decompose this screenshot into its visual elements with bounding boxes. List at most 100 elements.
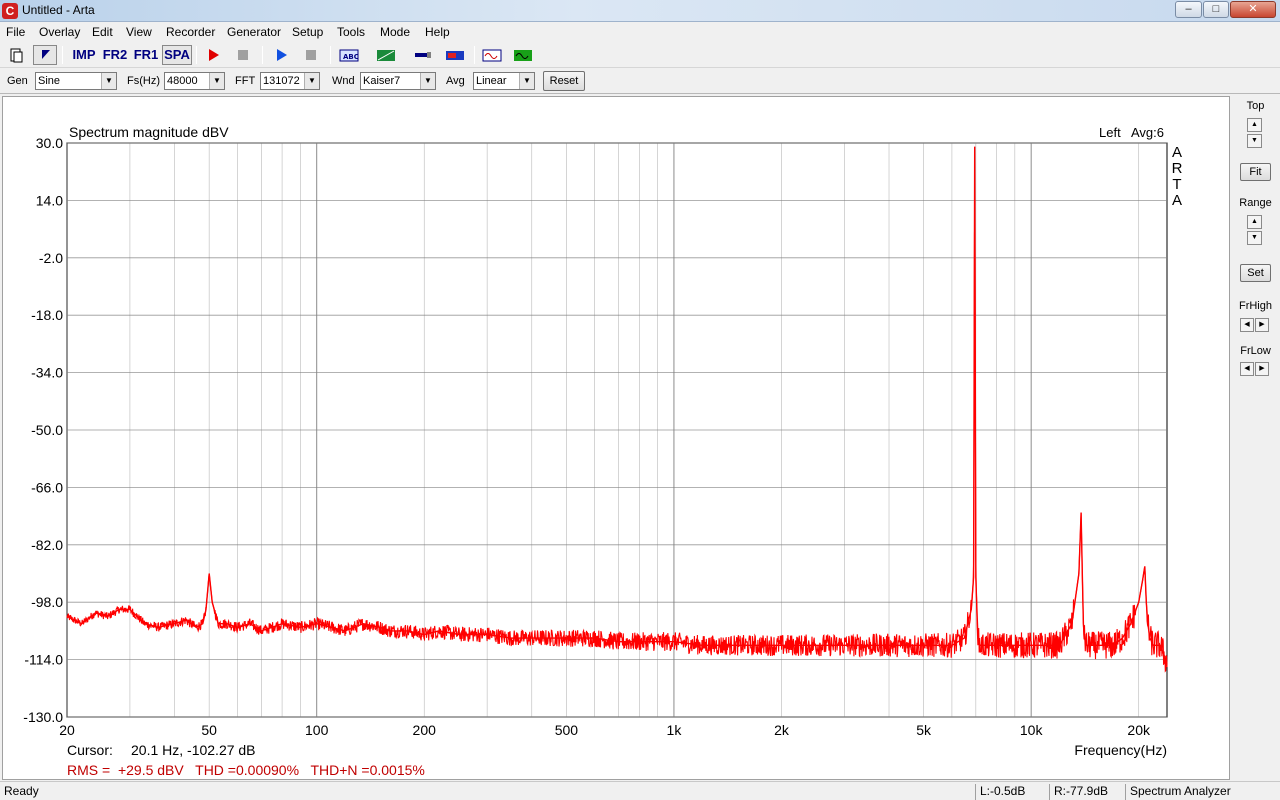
menu-tools[interactable]: Tools [337, 25, 365, 39]
fs-label: Fs(Hz) [127, 75, 160, 87]
control-bar: Gen Sine ▼ Fs(Hz) 48000 ▼ FFT 131072 ▼ W… [0, 68, 1280, 94]
svg-text:ABC: ABC [343, 53, 359, 61]
x-tick-label: 1k [667, 722, 683, 738]
record-stop-icon[interactable] [232, 45, 254, 65]
x-tick-labels: 20 50 100 200 500 1k 2k 5k 10k 20k [59, 722, 1151, 738]
scale-control-panel: Top ▲ ▼ Fit Range ▲ ▼ Set FrHigh ◀ ▶ FrL… [1231, 96, 1280, 780]
x-tick-label: 200 [413, 722, 437, 738]
fr1-mode-button[interactable]: FR1 [132, 45, 160, 65]
cursor-label: Cursor: [67, 742, 113, 758]
chart-title: Spectrum magnitude dBV [69, 124, 229, 140]
chevron-down-icon: ▼ [304, 73, 319, 89]
fs-select[interactable]: 48000 ▼ [164, 72, 225, 90]
fr2-mode-button[interactable]: FR2 [101, 45, 129, 65]
top-up-icon[interactable]: ▲ [1247, 118, 1262, 132]
gen-select[interactable]: Sine ▼ [35, 72, 117, 90]
y-tick-label: 30.0 [36, 135, 63, 151]
cursor-readout: 20.1 Hz, -102.27 dB [131, 742, 256, 758]
menu-help[interactable]: Help [425, 25, 450, 39]
toolbar: IMP FR2 FR1 SPA ABC [0, 42, 1280, 68]
range-up-icon[interactable]: ▲ [1247, 215, 1262, 229]
y-tick-label: 14.0 [36, 192, 63, 208]
spectrogram-icon[interactable] [374, 45, 398, 65]
record-play-icon[interactable] [202, 45, 224, 65]
watermark-letter: R [1172, 160, 1183, 177]
y-tick-label: -66.0 [31, 479, 63, 495]
generator-play-icon[interactable] [270, 45, 292, 65]
chevron-down-icon: ▼ [519, 73, 534, 89]
new-file-icon[interactable] [5, 45, 27, 65]
x-tick-label: 10k [1020, 722, 1044, 738]
chevron-down-icon: ▼ [209, 73, 224, 89]
wnd-label: Wnd [332, 75, 355, 87]
avg-select[interactable]: Linear ▼ [473, 72, 535, 90]
x-tick-label: 20 [59, 722, 75, 738]
menu-overlay[interactable]: Overlay [39, 25, 80, 39]
watermark-letter: T [1172, 176, 1181, 193]
spectrum-plot-panel[interactable]: 30.0 14.0 -2.0 -18.0 -34.0 -50.0 -66.0 -82.0 -98… [2, 96, 1230, 780]
y-tick-label: -50.0 [31, 422, 63, 438]
reset-button[interactable]: Reset [543, 71, 585, 91]
generator-stop-icon[interactable] [300, 45, 322, 65]
wnd-value: Kaiser7 [363, 75, 401, 87]
watermark-letter: A [1172, 144, 1182, 161]
range-label: Range [1239, 197, 1272, 209]
gen-value: Sine [38, 75, 61, 87]
x-tick-label: 2k [774, 722, 790, 738]
frlow-right-icon[interactable]: ▶ [1255, 362, 1269, 376]
imp-mode-button[interactable]: IMP [69, 45, 99, 65]
fs-value: 48000 [167, 75, 198, 87]
menu-view[interactable]: View [126, 25, 152, 39]
x-axis-label: Frequency(Hz) [1074, 742, 1167, 758]
fft-value: 131072 [263, 75, 300, 87]
signal-monitor-icon[interactable] [511, 45, 535, 65]
menu-generator[interactable]: Generator [227, 25, 281, 39]
minimize-button[interactable]: – [1175, 1, 1202, 18]
set-button[interactable]: Set [1240, 264, 1271, 282]
frlow-label: FrLow [1240, 345, 1271, 357]
menu-setup[interactable]: Setup [292, 25, 323, 39]
channel-label: Left [1099, 125, 1121, 140]
menu-edit[interactable]: Edit [92, 25, 113, 39]
spa-mode-button[interactable]: SPA [162, 45, 192, 65]
chevron-down-icon: ▼ [420, 73, 435, 89]
wnd-select[interactable]: Kaiser7 ▼ [360, 72, 436, 90]
level-meter-icon[interactable] [443, 45, 467, 65]
close-button[interactable]: ✕ [1230, 1, 1276, 18]
y-tick-label: -98.0 [31, 594, 63, 610]
window-title: Untitled - Arta [22, 3, 95, 17]
probe-icon[interactable] [411, 45, 435, 65]
menu-file[interactable]: File [6, 25, 25, 39]
frhigh-left-icon[interactable]: ◀ [1240, 318, 1254, 332]
arta-logo-icon: C [2, 3, 18, 19]
fft-label: FFT [235, 75, 256, 87]
menu-mode[interactable]: Mode [380, 25, 410, 39]
spectrum-chart[interactable]: 30.0 14.0 -2.0 -18.0 -34.0 -50.0 -66.0 -82.0 -98… [3, 97, 1229, 779]
pointer-icon[interactable] [33, 45, 57, 65]
arta-watermark: ARTA [1172, 144, 1183, 209]
x-tick-label: 20k [1127, 722, 1151, 738]
watermark-letter: A [1172, 192, 1182, 209]
top-label: Top [1246, 100, 1265, 112]
frlow-left-icon[interactable]: ◀ [1240, 362, 1254, 376]
frhigh-right-icon[interactable]: ▶ [1255, 318, 1269, 332]
top-down-icon[interactable]: ▼ [1247, 134, 1262, 148]
maximize-button[interactable]: □ [1203, 1, 1229, 18]
x-tick-label: 100 [305, 722, 329, 738]
y-tick-label: -2.0 [39, 250, 63, 266]
x-tick-label: 5k [916, 722, 932, 738]
menu-recorder[interactable]: Recorder [166, 25, 215, 39]
y-tick-label: -130.0 [23, 709, 63, 725]
mode-readout: Spectrum Analyzer [1125, 784, 1280, 800]
avg-count-label: Avg:6 [1131, 125, 1164, 140]
range-down-icon[interactable]: ▼ [1247, 231, 1262, 245]
status-ready: Ready [4, 784, 39, 798]
abc-icon[interactable]: ABC [337, 45, 361, 65]
fft-select[interactable]: 131072 ▼ [260, 72, 320, 90]
fit-button[interactable]: Fit [1240, 163, 1271, 181]
y-tick-label: -34.0 [31, 365, 63, 381]
x-tick-label: 50 [201, 722, 217, 738]
oscilloscope-icon[interactable] [480, 45, 504, 65]
status-bar: Ready L:-0.5dB R:-77.9dB Spectrum Analyz… [0, 781, 1280, 800]
x-tick-label: 500 [555, 722, 579, 738]
